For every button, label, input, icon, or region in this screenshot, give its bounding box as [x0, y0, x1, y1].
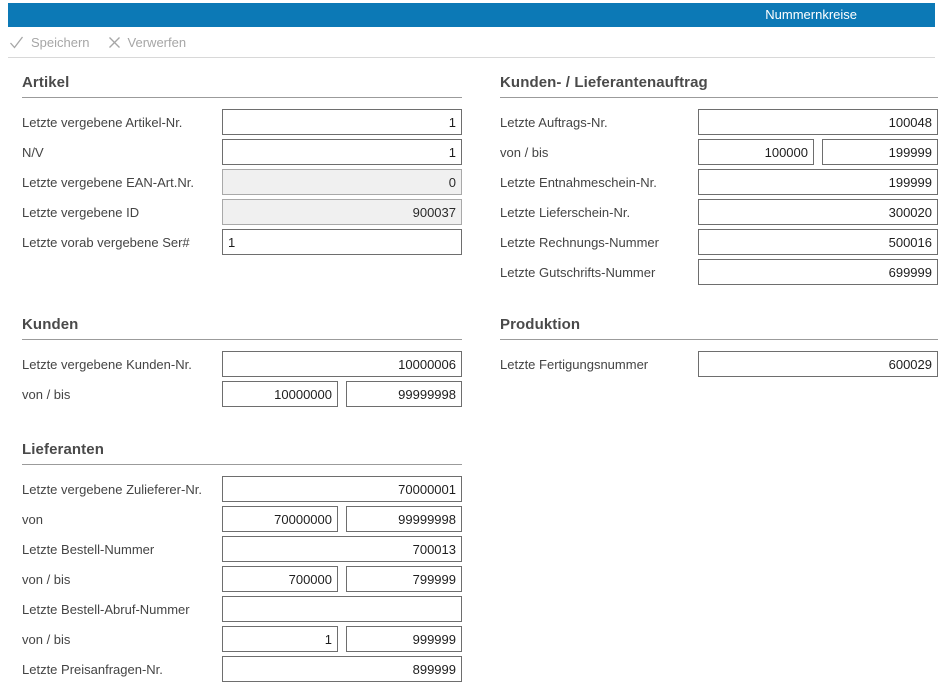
field-row: N/V — [22, 137, 462, 167]
field-label: Letzte Gutschrifts-Nummer — [500, 265, 698, 280]
field-label: von — [22, 512, 222, 527]
right-column: Kunden- / Lieferantenauftrag Letzte Auft… — [500, 74, 938, 684]
range-pair — [698, 139, 938, 165]
section-kunden: Kunden Letzte vergebene Kunden-Nr. von /… — [22, 316, 462, 409]
field-row: Letzte vergebene Kunden-Nr. — [22, 349, 462, 379]
field-label: Letzte Auftrags-Nr. — [500, 115, 698, 130]
field-label: Letzte vergebene ID — [22, 205, 222, 220]
field-row: Letzte Rechnungs-Nummer — [500, 227, 938, 257]
field-row: Letzte Gutschrifts-Nummer — [500, 257, 938, 287]
range-pair — [222, 381, 462, 407]
letzte-ean-art-nr-input — [222, 169, 462, 195]
save-button-label: Speichern — [31, 35, 90, 50]
field-row: Letzte Lieferschein-Nr. — [500, 197, 938, 227]
letzte-bestell-abruf-nummer-input[interactable] — [222, 596, 462, 622]
section-artikel-title: Artikel — [22, 74, 462, 98]
field-label: von / bis — [500, 145, 698, 160]
field-label: von / bis — [22, 572, 222, 587]
field-label: von / bis — [22, 632, 222, 647]
field-label: Letzte vergebene Zulieferer-Nr. — [22, 482, 222, 497]
abruf-von-input[interactable] — [222, 626, 338, 652]
field-row: Letzte Entnahmeschein-Nr. — [500, 167, 938, 197]
field-row: Letzte Auftrags-Nr. — [500, 107, 938, 137]
letzte-artikel-nr-input[interactable] — [222, 109, 462, 135]
field-row: von / bis — [22, 624, 462, 654]
field-label: Letzte Entnahmeschein-Nr. — [500, 175, 698, 190]
range-pair — [222, 506, 462, 532]
section-auftrag: Kunden- / Lieferantenauftrag Letzte Auft… — [500, 74, 938, 287]
field-label: Letzte Rechnungs-Nummer — [500, 235, 698, 250]
kunden-bis-input[interactable] — [346, 381, 462, 407]
field-label: Letzte Preisanfragen-Nr. — [22, 662, 222, 677]
letzte-lieferschein-nr-input[interactable] — [698, 199, 938, 225]
letzte-gutschrifts-nummer-input[interactable] — [698, 259, 938, 285]
section-auftrag-title: Kunden- / Lieferantenauftrag — [500, 74, 938, 98]
left-column: Artikel Letzte vergebene Artikel-Nr. N/V… — [22, 74, 462, 684]
field-label: Letzte Bestell-Nummer — [22, 542, 222, 557]
letzte-kunden-nr-input[interactable] — [222, 351, 462, 377]
section-lieferanten: Lieferanten Letzte vergebene Zulieferer-… — [22, 441, 462, 684]
section-kunden-title: Kunden — [22, 316, 462, 340]
toolbar: Speichern Verwerfen — [8, 27, 935, 58]
field-label: Letzte vergebene EAN-Art.Nr. — [22, 175, 222, 190]
letzte-preisanfragen-nr-input[interactable] — [222, 656, 462, 682]
letzte-bestell-nummer-input[interactable] — [222, 536, 462, 562]
title-bar: Nummernkreise — [8, 3, 935, 27]
field-row: von — [22, 504, 462, 534]
section-produktion: Produktion Letzte Fertigungsnummer — [500, 316, 938, 379]
field-label: Letzte Bestell-Abruf-Nummer — [22, 602, 222, 617]
bestell-bis-input[interactable] — [346, 566, 462, 592]
nv-input[interactable] — [222, 139, 462, 165]
zulieferer-bis-input[interactable] — [346, 506, 462, 532]
range-pair — [222, 626, 462, 652]
field-row: Letzte vergebene ID — [22, 197, 462, 227]
field-row: Letzte Bestell-Nummer — [22, 534, 462, 564]
field-row: Letzte vergebene Zulieferer-Nr. — [22, 474, 462, 504]
field-row: Letzte vorab vergebene Ser# — [22, 227, 462, 257]
field-row: von / bis — [22, 564, 462, 594]
section-produktion-title: Produktion — [500, 316, 938, 340]
field-row: Letzte vergebene Artikel-Nr. — [22, 107, 462, 137]
field-row: Letzte Bestell-Abruf-Nummer — [22, 594, 462, 624]
field-label: Letzte vergebene Kunden-Nr. — [22, 357, 222, 372]
field-row: Letzte Preisanfragen-Nr. — [22, 654, 462, 684]
auftrag-bis-input[interactable] — [822, 139, 938, 165]
letzte-auftrags-nr-input[interactable] — [698, 109, 938, 135]
zulieferer-von-input[interactable] — [222, 506, 338, 532]
check-icon — [9, 36, 24, 49]
tab-nummernkreise[interactable]: Nummernkreise — [753, 3, 869, 27]
letzte-zulieferer-nr-input[interactable] — [222, 476, 462, 502]
save-button[interactable]: Speichern — [9, 35, 90, 50]
letzte-fertigungsnummer-input[interactable] — [698, 351, 938, 377]
letzte-rechnungs-nummer-input[interactable] — [698, 229, 938, 255]
field-label: N/V — [22, 145, 222, 160]
letzte-vorab-ser-input[interactable] — [222, 229, 462, 255]
section-lieferanten-title: Lieferanten — [22, 441, 462, 465]
field-row: Letzte Fertigungsnummer — [500, 349, 938, 379]
x-icon — [108, 36, 121, 49]
section-artikel: Artikel Letzte vergebene Artikel-Nr. N/V… — [22, 74, 462, 257]
field-label: Letzte vorab vergebene Ser# — [22, 235, 222, 250]
field-label: Letzte vergebene Artikel-Nr. — [22, 115, 222, 130]
field-row: von / bis — [22, 379, 462, 409]
kunden-von-input[interactable] — [222, 381, 338, 407]
auftrag-von-input[interactable] — [698, 139, 814, 165]
discard-button-label: Verwerfen — [128, 35, 187, 50]
field-label: Letzte Fertigungsnummer — [500, 357, 698, 372]
field-row: Letzte vergebene EAN-Art.Nr. — [22, 167, 462, 197]
letzte-id-input — [222, 199, 462, 225]
discard-button[interactable]: Verwerfen — [108, 35, 187, 50]
range-pair — [222, 566, 462, 592]
field-row: von / bis — [500, 137, 938, 167]
form-content: Artikel Letzte vergebene Artikel-Nr. N/V… — [0, 58, 946, 684]
letzte-entnahmeschein-nr-input[interactable] — [698, 169, 938, 195]
abruf-bis-input[interactable] — [346, 626, 462, 652]
field-label: von / bis — [22, 387, 222, 402]
bestell-von-input[interactable] — [222, 566, 338, 592]
field-label: Letzte Lieferschein-Nr. — [500, 205, 698, 220]
